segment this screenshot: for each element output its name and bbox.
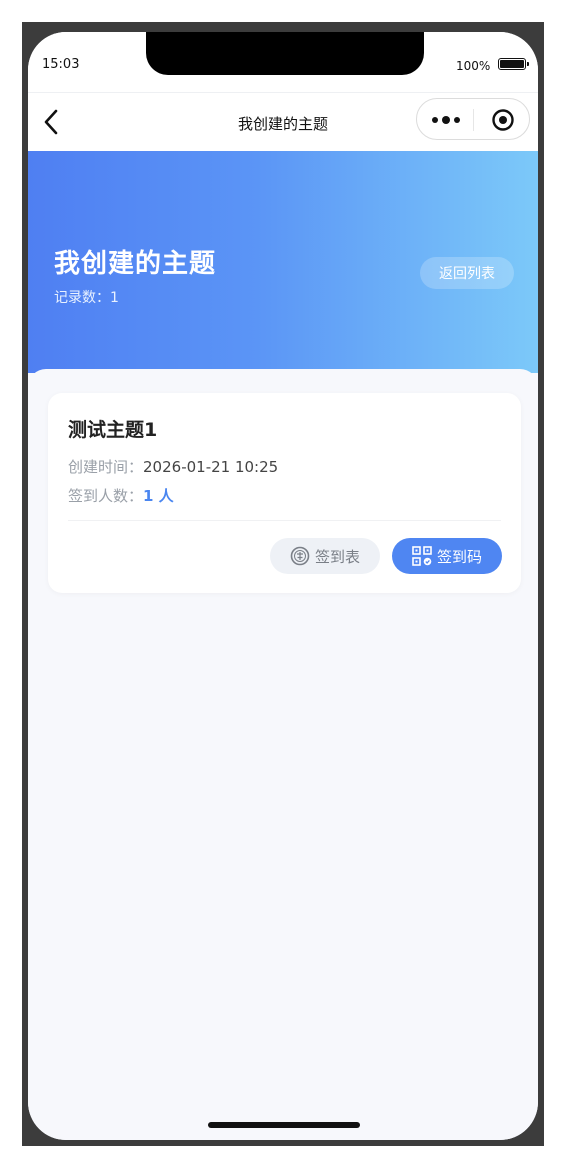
more-button[interactable] bbox=[427, 107, 467, 133]
hero-header: 我创建的主题 记录数：1 返回列表 bbox=[28, 151, 538, 373]
sign-code-button[interactable]: 签到码 bbox=[392, 538, 502, 574]
page-title: 我创建的主题 bbox=[54, 249, 217, 279]
content-area: 测试主题1 创建时间：2026-01-21 10:25 签到人数：1 人 签到表 bbox=[28, 369, 538, 1140]
sign-code-label: 签到码 bbox=[436, 547, 482, 566]
record-count-label: 记录数： bbox=[54, 290, 110, 306]
nav-bar: 我创建的主题 bbox=[28, 92, 538, 151]
status-bar: 15:03 100% bbox=[28, 32, 538, 92]
card-divider bbox=[68, 520, 501, 521]
home-indicator bbox=[208, 1122, 360, 1128]
signin-count-row: 签到人数：1 人 bbox=[68, 485, 174, 506]
screen: 15:03 100% 我创建的主题 我创建的主题 记录数：1 返回列表 测试主题… bbox=[28, 32, 538, 1140]
phone-frame: 15:03 100% 我创建的主题 我创建的主题 记录数：1 返回列表 测试主题… bbox=[22, 22, 544, 1146]
battery-percent: 100% bbox=[456, 59, 491, 73]
created-time-value: 2026-01-21 10:25 bbox=[143, 458, 279, 476]
topic-card[interactable]: 测试主题1 创建时间：2026-01-21 10:25 签到人数：1 人 签到表 bbox=[48, 393, 521, 593]
sign-list-label: 签到表 bbox=[314, 547, 360, 566]
created-time-label: 创建时间： bbox=[68, 458, 144, 476]
close-target-icon bbox=[492, 109, 514, 131]
close-button[interactable] bbox=[483, 106, 523, 134]
capsule-divider bbox=[473, 109, 474, 131]
sign-stamp-icon bbox=[290, 546, 310, 566]
back-to-list-button[interactable]: 返回列表 bbox=[420, 257, 514, 289]
record-count-value: 1 bbox=[110, 290, 119, 306]
status-time: 15:03 bbox=[42, 57, 80, 72]
notch bbox=[146, 32, 424, 75]
signin-count-value: 1 人 bbox=[143, 487, 174, 505]
created-time-row: 创建时间：2026-01-21 10:25 bbox=[68, 456, 278, 477]
battery-icon bbox=[498, 58, 529, 70]
qrcode-icon bbox=[412, 546, 432, 566]
sign-list-button[interactable]: 签到表 bbox=[270, 538, 380, 574]
mini-program-capsule bbox=[416, 98, 530, 140]
record-count: 记录数：1 bbox=[54, 287, 119, 307]
signin-count-label: 签到人数： bbox=[68, 487, 144, 505]
more-icon bbox=[432, 116, 460, 124]
topic-name: 测试主题1 bbox=[68, 419, 158, 441]
